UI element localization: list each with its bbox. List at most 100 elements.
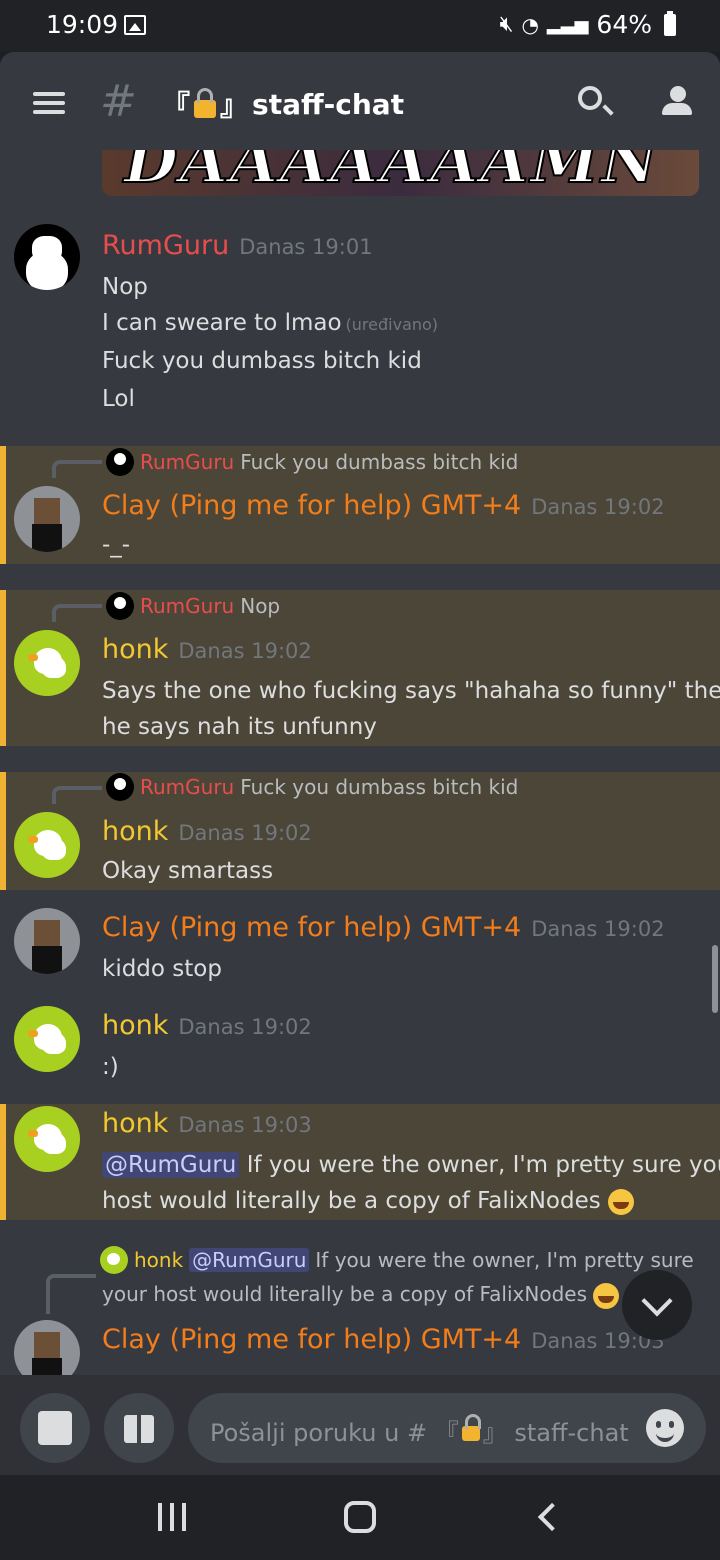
channel-header: # 『 』 staff-chat bbox=[0, 52, 720, 150]
reply-author: RumGuru bbox=[140, 775, 235, 799]
reply-spine bbox=[52, 604, 102, 622]
reply-spine bbox=[52, 460, 102, 478]
message-line: -_- bbox=[102, 532, 131, 558]
timestamp: Danas 19:02 bbox=[531, 917, 665, 941]
message[interactable]: honk @RumGuru If you were the owner, I'm… bbox=[0, 1244, 720, 1375]
recent-apps-icon[interactable] bbox=[158, 1503, 186, 1531]
message-highlighted[interactable]: RumGuru Fuck you dumbass bitch kid honk D… bbox=[0, 772, 720, 890]
system-nav-bar bbox=[0, 1475, 720, 1560]
status-bar: 19:09 🔇︎ ◔ ▂▃▅ 64% bbox=[0, 0, 720, 52]
reply-author: RumGuru bbox=[140, 594, 235, 618]
message-line: Nop bbox=[102, 274, 148, 300]
reply-author: RumGuru bbox=[140, 450, 235, 474]
reply-text: Fuck you dumbass bitch kid bbox=[240, 775, 519, 799]
reply-preview[interactable]: RumGuru Fuck you dumbass bitch kid bbox=[106, 448, 518, 476]
lock-icon bbox=[194, 88, 217, 118]
avatar[interactable] bbox=[14, 1106, 80, 1172]
status-right: 🔇︎ ◔ ▂▃▅ 64% bbox=[500, 10, 676, 39]
message-line: Says the one who fucking says "hahaha so… bbox=[102, 678, 720, 704]
emoji-icon[interactable] bbox=[646, 1409, 684, 1447]
avatar[interactable] bbox=[14, 1320, 80, 1375]
battery-percent: 64% bbox=[596, 10, 652, 39]
reply-text-cont: your host would literally be a copy of F… bbox=[102, 1282, 620, 1309]
channel-title[interactable]: 『 』 staff-chat bbox=[162, 84, 404, 124]
reply-avatar bbox=[106, 448, 134, 476]
gift-icon[interactable] bbox=[104, 1393, 174, 1463]
author-name[interactable]: Clay (Ping me for help) GMT+4 bbox=[102, 490, 521, 521]
author-name[interactable]: honk bbox=[102, 634, 168, 665]
message-line: Okay smartass bbox=[102, 858, 274, 884]
embed-image-text: DAAAAAAAMN bbox=[123, 150, 660, 196]
avatar[interactable] bbox=[14, 1006, 80, 1072]
message-line: Lol bbox=[102, 386, 135, 412]
message-line: :) bbox=[102, 1054, 119, 1080]
reply-avatar bbox=[106, 773, 134, 801]
reply-text: If you were the owner, I'm pretty sure bbox=[315, 1248, 694, 1272]
timestamp: Danas 19:03 bbox=[178, 1113, 312, 1137]
reply-spine bbox=[52, 786, 102, 804]
reply-text: Nop bbox=[240, 594, 281, 618]
search-icon[interactable] bbox=[578, 86, 602, 110]
timestamp: Danas 19:02 bbox=[178, 821, 312, 845]
battery-icon bbox=[664, 10, 676, 36]
message-line: he says nah its unfunny bbox=[102, 714, 377, 740]
members-icon[interactable] bbox=[660, 86, 696, 118]
signal-icon: ▂▃▅ bbox=[546, 14, 589, 35]
message-line-edited: I can sweare to lmao (uređivano) bbox=[102, 310, 439, 336]
rofl-emoji-icon bbox=[608, 1188, 635, 1215]
avatar[interactable] bbox=[14, 224, 80, 290]
timestamp: Danas 19:02 bbox=[178, 1015, 312, 1039]
back-icon[interactable] bbox=[537, 1502, 567, 1532]
hamburger-icon[interactable] bbox=[33, 92, 65, 114]
timestamp: Danas 19:01 bbox=[239, 235, 373, 259]
author-name[interactable]: Clay (Ping me for help) GMT+4 bbox=[102, 912, 521, 943]
author-name[interactable]: RumGuru bbox=[102, 230, 229, 261]
reply-preview[interactable]: RumGuru Nop bbox=[106, 592, 280, 620]
message-highlighted[interactable]: RumGuru Fuck you dumbass bitch kid Clay … bbox=[0, 446, 720, 564]
status-time: 19:09 bbox=[46, 10, 119, 39]
composer: Pošalji poruku u # 『』 staff-chat bbox=[0, 1375, 720, 1475]
image-icon[interactable] bbox=[20, 1393, 90, 1463]
author-name[interactable]: honk bbox=[102, 1010, 168, 1041]
reply-preview[interactable]: RumGuru Fuck you dumbass bitch kid bbox=[106, 773, 518, 801]
reply-mention: @RumGuru bbox=[189, 1248, 310, 1272]
user-mention[interactable]: @RumGuru bbox=[102, 1152, 240, 1178]
avatar[interactable] bbox=[14, 812, 80, 878]
reply-author: honk bbox=[134, 1248, 184, 1272]
home-icon[interactable] bbox=[344, 1501, 376, 1533]
avatar[interactable] bbox=[14, 630, 80, 696]
gallery-notification-icon bbox=[124, 15, 146, 35]
author-name[interactable]: honk bbox=[102, 1108, 168, 1139]
timestamp: Danas 19:02 bbox=[178, 639, 312, 663]
channel-bracket-open: 『 bbox=[162, 89, 191, 122]
avatar[interactable] bbox=[14, 908, 80, 974]
avatar[interactable] bbox=[14, 486, 80, 552]
message-line: host would literally be a copy of FalixN… bbox=[102, 1188, 635, 1215]
channel-bracket-close: 』 bbox=[220, 89, 249, 122]
reply-preview[interactable]: honk @RumGuru If you were the owner, I'm… bbox=[100, 1246, 694, 1274]
wifi-icon: ◔ bbox=[521, 12, 539, 37]
edited-label: (uređivano) bbox=[345, 315, 439, 334]
message[interactable]: RumGuru Danas 19:01 Nop I can sweare to l… bbox=[0, 220, 720, 445]
lock-icon bbox=[461, 1414, 481, 1441]
message-input[interactable]: Pošalji poruku u # 『』 staff-chat bbox=[188, 1393, 706, 1463]
hash-icon: # bbox=[100, 76, 137, 127]
message[interactable]: Clay (Ping me for help) GMT+4 Danas 19:02… bbox=[0, 900, 720, 990]
message-list[interactable]: DAAAAAAAMN RumGuru Danas 19:01 Nop I can … bbox=[0, 150, 720, 1375]
message[interactable]: honk Danas 19:02 :) bbox=[0, 998, 720, 1088]
embed-image[interactable]: DAAAAAAAMN bbox=[102, 150, 699, 196]
mute-icon: 🔇︎ bbox=[499, 12, 514, 37]
message-input-placeholder: Pošalji poruku u # 『』 staff-chat bbox=[210, 1414, 629, 1447]
message-line: @RumGuru If you were the owner, I'm pret… bbox=[102, 1152, 720, 1178]
jump-to-present-button[interactable] bbox=[622, 1270, 692, 1340]
reply-avatar bbox=[106, 592, 134, 620]
author-name[interactable]: honk bbox=[102, 816, 168, 847]
message-highlighted[interactable]: RumGuru Nop honk Danas 19:02 Says the one… bbox=[0, 590, 720, 746]
scrollbar[interactable] bbox=[712, 945, 718, 1013]
reply-text: Fuck you dumbass bitch kid bbox=[240, 450, 519, 474]
timestamp: Danas 19:02 bbox=[531, 495, 665, 519]
author-name[interactable]: Clay (Ping me for help) GMT+4 bbox=[102, 1324, 521, 1355]
reply-spine bbox=[46, 1274, 96, 1314]
message-line: Fuck you dumbass bitch kid bbox=[102, 348, 422, 374]
message-highlighted[interactable]: honk Danas 19:03 @RumGuru If you were the… bbox=[0, 1104, 720, 1220]
